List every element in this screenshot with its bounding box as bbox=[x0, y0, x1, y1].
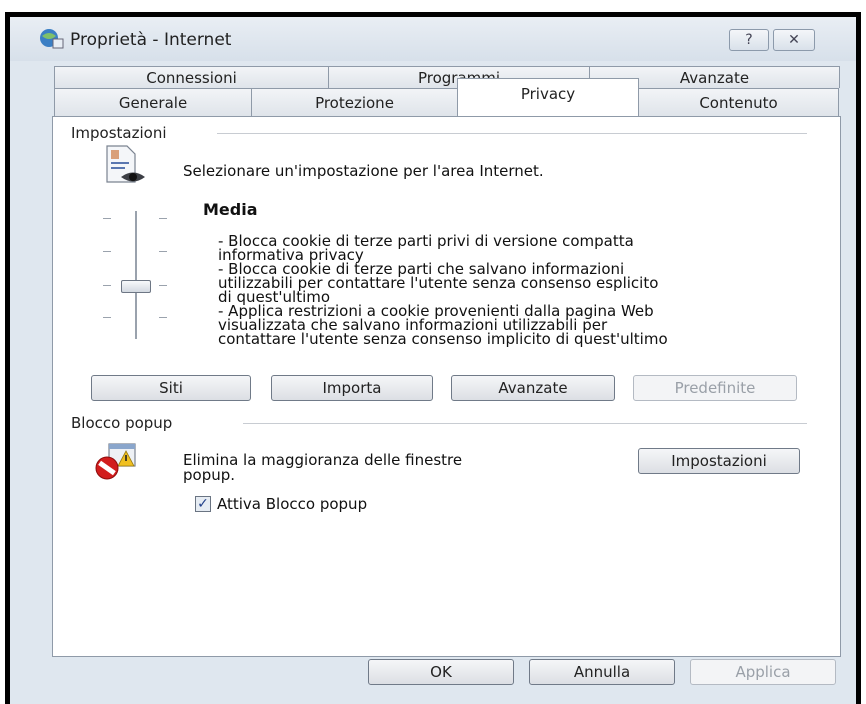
tab-protezione[interactable]: Protezione bbox=[251, 88, 458, 116]
sites-button[interactable]: Siti bbox=[91, 375, 251, 401]
tab-row-top: Connessioni Programmi Avanzate bbox=[54, 66, 841, 88]
privacy-level-slider-track[interactable] bbox=[135, 211, 137, 339]
internet-options-icon bbox=[40, 29, 64, 49]
slider-tick bbox=[103, 251, 111, 252]
slider-tick bbox=[159, 218, 167, 219]
enable-popup-blocker-checkbox[interactable]: ✓ bbox=[195, 496, 211, 512]
popup-group-divider bbox=[243, 423, 807, 424]
apply-button[interactable]: Applica bbox=[690, 659, 836, 685]
window-title: Proprietà - Internet bbox=[70, 30, 232, 50]
popup-group-label: Blocco popup bbox=[71, 414, 173, 432]
slider-tick bbox=[159, 251, 167, 252]
settings-description: Selezionare un'impostazione per l'area I… bbox=[183, 162, 544, 180]
help-button[interactable]: ? bbox=[729, 29, 769, 51]
privacy-level-title: Media bbox=[203, 200, 258, 219]
popup-settings-button[interactable]: Impostazioni bbox=[638, 448, 800, 474]
advanced-button[interactable]: Avanzate bbox=[451, 375, 615, 401]
close-icon: ✕ bbox=[788, 32, 800, 48]
slider-tick bbox=[159, 285, 167, 286]
tab-row-bottom: Generale Protezione Privacy Contenuto bbox=[54, 78, 841, 116]
title-bar[interactable]: Proprietà - Internet ? ✕ bbox=[10, 17, 856, 61]
help-icon: ? bbox=[745, 32, 753, 48]
slider-tick bbox=[159, 317, 167, 318]
default-button[interactable]: Predefinite bbox=[633, 375, 797, 401]
import-button[interactable]: Importa bbox=[271, 375, 433, 401]
popup-blocker-icon bbox=[95, 443, 136, 480]
cancel-button[interactable]: Annulla bbox=[529, 659, 675, 685]
tab-privacy[interactable]: Privacy bbox=[457, 78, 639, 116]
tab-contenuto[interactable]: Contenuto bbox=[638, 88, 839, 116]
tab-connessioni[interactable]: Connessioni bbox=[54, 66, 329, 88]
settings-group-divider bbox=[217, 133, 807, 134]
ok-button[interactable]: OK bbox=[368, 659, 514, 685]
tab-generale[interactable]: Generale bbox=[54, 88, 252, 116]
popup-description: popup. bbox=[183, 466, 236, 484]
privacy-level-slider-thumb[interactable] bbox=[121, 280, 151, 293]
enable-popup-blocker-label[interactable]: Attiva Blocco popup bbox=[217, 497, 367, 512]
close-button[interactable]: ✕ bbox=[773, 29, 815, 51]
slider-tick bbox=[103, 218, 111, 219]
slider-tick bbox=[103, 317, 111, 318]
privacy-panel: Impostazioni Selezionare un'impostazione… bbox=[52, 116, 841, 657]
privacy-description-line: contattare l'utente senza consenso impli… bbox=[218, 330, 668, 348]
checkmark-icon: ✓ bbox=[197, 496, 209, 512]
dialog-window: Proprietà - Internet ? ✕ Connessioni Pro… bbox=[5, 12, 861, 704]
slider-tick bbox=[103, 285, 111, 286]
settings-group-label: Impostazioni bbox=[71, 124, 167, 142]
privacy-document-icon bbox=[106, 145, 145, 183]
